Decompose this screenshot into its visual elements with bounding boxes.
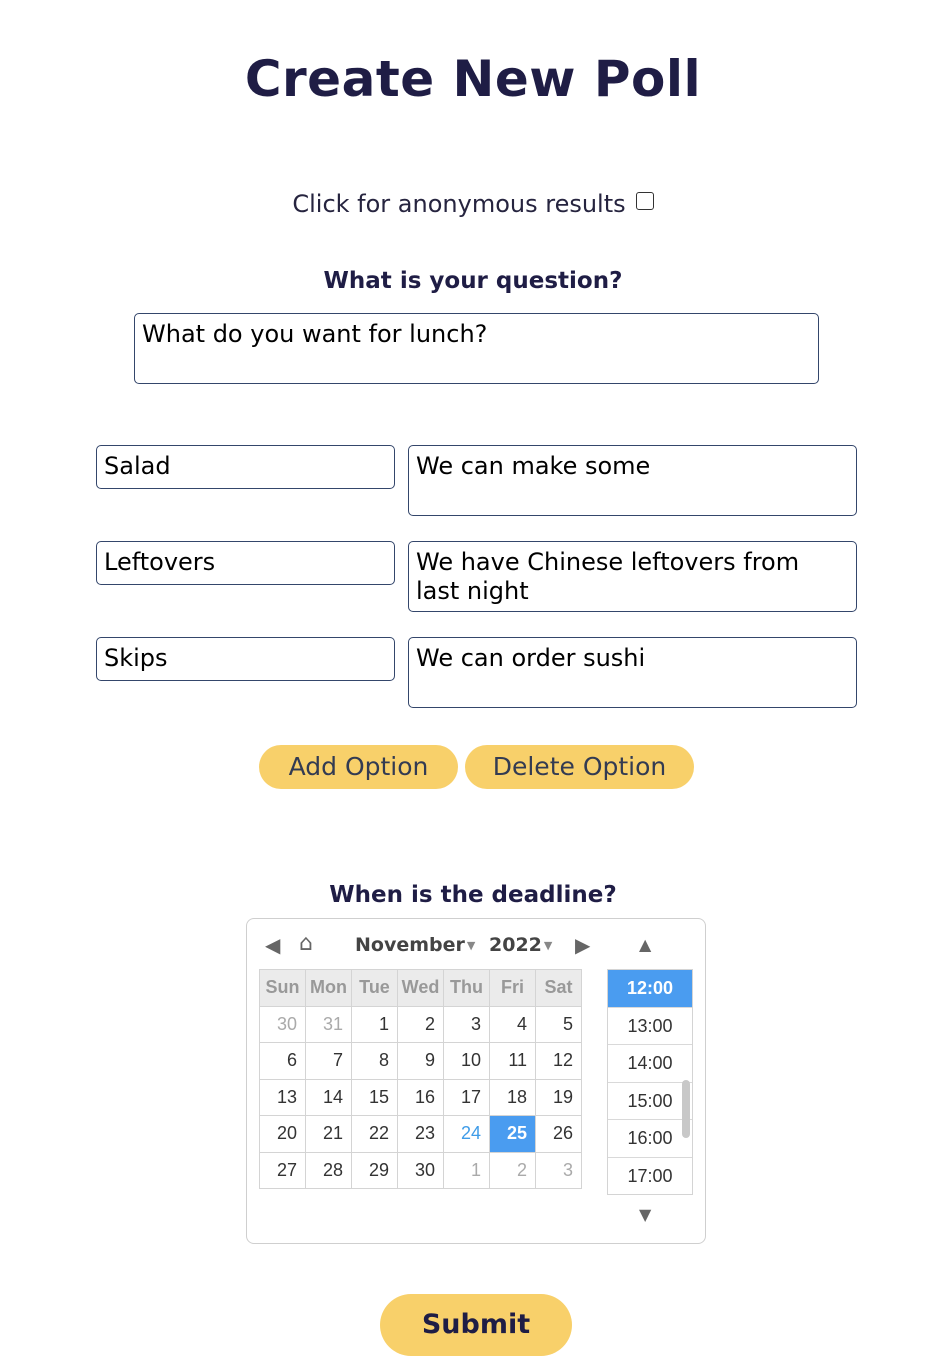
calendar-day[interactable]: 2 [489,1151,536,1189]
deadline-label: When is the deadline? [329,882,617,908]
calendar-day[interactable]: 8 [351,1042,398,1080]
weekday-header: Sat [535,969,582,1007]
calendar-day[interactable]: 18 [489,1078,536,1116]
option-2-name-input[interactable]: Leftovers [96,541,395,585]
time-list: 12:00 13:00 14:00 15:00 16:00 17:00 [607,969,693,1195]
question-label: What is your question? [323,268,623,294]
time-option[interactable]: 12:00 [608,970,692,1008]
calendar-day[interactable]: 6 [259,1042,306,1080]
option-1-description-input[interactable]: We can make some [408,445,857,516]
prev-month-icon[interactable]: ◀ [265,933,280,957]
weekday-header: Thu [443,969,490,1007]
calendar-day[interactable]: 16 [397,1078,444,1116]
calendar-day[interactable]: 27 [259,1151,306,1189]
anonymous-label: Click for anonymous results [292,190,626,218]
anonymous-checkbox[interactable] [635,192,654,210]
month-select[interactable]: November ▼ [355,934,475,956]
calendar-day[interactable]: 24 [443,1115,490,1153]
weekday-header: Mon [305,969,352,1007]
calendar-day[interactable]: 13 [259,1078,306,1116]
page-title: Create New Poll [244,50,702,108]
calendar-day[interactable]: 7 [305,1042,352,1080]
calendar-day[interactable]: 12 [535,1042,582,1080]
calendar-day[interactable]: 2 [397,1005,444,1043]
calendar-day[interactable]: 28 [305,1151,352,1189]
add-option-button[interactable]: Add Option [259,745,458,789]
calendar-day[interactable]: 21 [305,1115,352,1153]
submit-button[interactable]: Submit [380,1294,572,1356]
weekday-header: Wed [397,969,444,1007]
calendar-day[interactable]: 3 [443,1005,490,1043]
year-select[interactable]: 2022 ▼ [489,934,552,956]
option-2-description-input[interactable]: We have Chinese leftovers from last nigh… [408,541,857,612]
calendar-day[interactable]: 5 [535,1005,582,1043]
option-3-description-input[interactable]: We can order sushi [408,637,857,708]
calendar-day[interactable]: 19 [535,1078,582,1116]
calendar-day[interactable]: 17 [443,1078,490,1116]
calendar-day[interactable]: 26 [535,1115,582,1153]
option-3-name-input[interactable]: Skips [96,637,395,681]
calendar-day[interactable]: 20 [259,1115,306,1153]
time-scroll-down-icon[interactable]: ▼ [639,1205,651,1224]
calendar-day[interactable]: 31 [305,1005,352,1043]
delete-option-button[interactable]: Delete Option [465,745,694,789]
calendar-day[interactable]: 4 [489,1005,536,1043]
calendar-day[interactable]: 9 [397,1042,444,1080]
day-grid: Sun Mon Tue Wed Thu Fri Sat 30 31 1 2 3 4 5 6 7 8 9 10 11 1… [259,969,582,1189]
time-option[interactable]: 13:00 [608,1008,692,1045]
calendar-day[interactable]: 29 [351,1151,398,1189]
deadline-datetime-picker: ◀ ⌂ November ▼ 2022 ▼ ▶ ▲ Sun Mon Tue Wed Thu F… [246,918,706,1244]
time-option[interactable]: 17:00 [608,1158,692,1195]
calendar-day[interactable]: 25 [489,1115,536,1153]
time-option[interactable]: 14:00 [608,1045,692,1083]
calendar-day[interactable]: 30 [259,1005,306,1043]
calendar-day[interactable]: 23 [397,1115,444,1153]
time-list-scrollbar[interactable] [682,1080,690,1138]
calendar-day[interactable]: 3 [535,1151,582,1189]
anonymous-row: Click for anonymous results [0,190,946,218]
time-scroll-up-icon[interactable]: ▲ [639,935,651,954]
month-caret-icon: ▼ [466,939,476,952]
calendar-day[interactable]: 15 [351,1078,398,1116]
calendar-day[interactable]: 1 [351,1005,398,1043]
calendar-day[interactable]: 1 [443,1151,490,1189]
calendar-day[interactable]: 30 [397,1151,444,1189]
weekday-header: Tue [351,969,398,1007]
calendar-day[interactable]: 14 [305,1078,352,1116]
calendar-day[interactable]: 22 [351,1115,398,1153]
time-option[interactable]: 15:00 [608,1083,692,1120]
calendar-day[interactable]: 11 [489,1042,536,1080]
weekday-header: Sun [259,969,306,1007]
next-month-icon[interactable]: ▶ [575,933,590,957]
time-option[interactable]: 16:00 [608,1120,692,1158]
question-input[interactable]: What do you want for lunch? [134,313,819,384]
weekday-header: Fri [489,969,536,1007]
calendar-day[interactable]: 10 [443,1042,490,1080]
year-caret-icon: ▼ [543,939,553,952]
home-icon[interactable]: ⌂ [299,931,313,956]
option-1-name-input[interactable]: Salad [96,445,395,489]
